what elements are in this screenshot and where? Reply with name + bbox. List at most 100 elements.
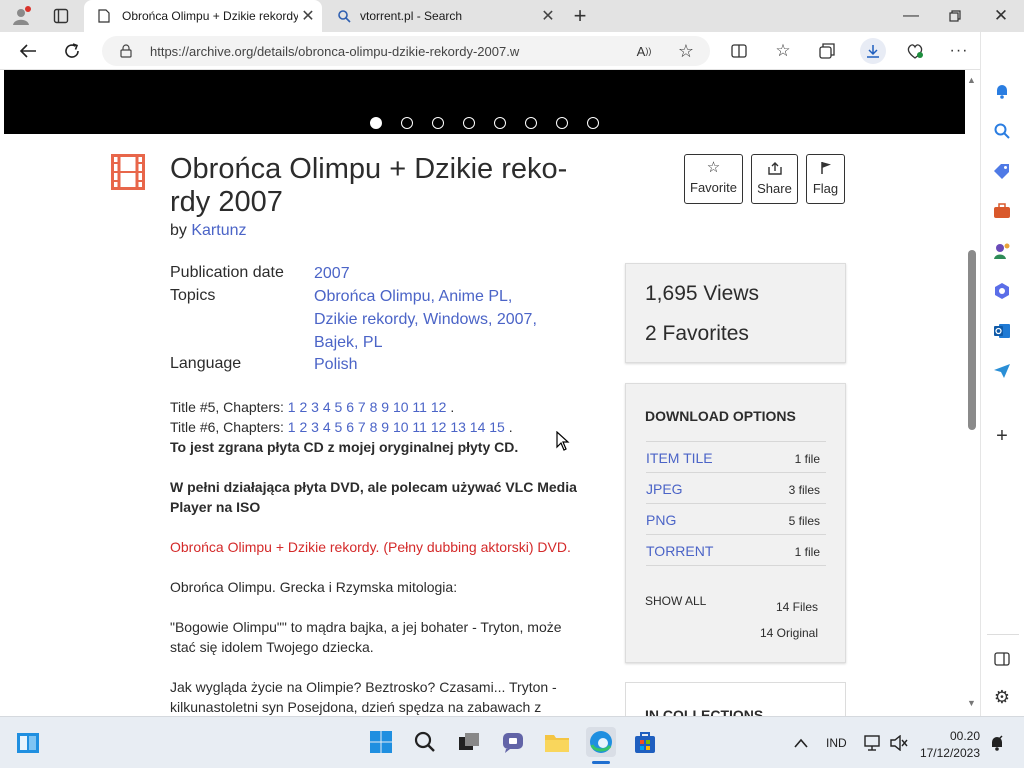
chapter-link[interactable]: 10: [393, 419, 409, 435]
tab-actions-icon[interactable]: [48, 4, 74, 28]
chapter-link[interactable]: 4: [323, 399, 331, 415]
games-icon[interactable]: [991, 240, 1013, 262]
carousel-dot[interactable]: [587, 117, 599, 129]
carousel-dot[interactable]: [401, 117, 413, 129]
scroll-thumb[interactable]: [968, 250, 976, 430]
show-all-link[interactable]: SHOW ALL: [645, 594, 706, 608]
chapter-link[interactable]: 3: [311, 419, 319, 435]
address-bar[interactable]: https://archive.org/details/obronca-olim…: [102, 36, 710, 66]
scroll-up-icon[interactable]: ▲: [967, 75, 976, 85]
scroll-down-icon[interactable]: ▼: [967, 698, 976, 708]
bell-icon[interactable]: [991, 80, 1013, 102]
split-screen-icon[interactable]: [728, 40, 750, 62]
close-icon[interactable]: ✕: [298, 6, 318, 26]
edge-browser-icon[interactable]: [586, 727, 616, 757]
publication-date-link[interactable]: 2007: [314, 262, 350, 285]
input-language[interactable]: IND: [826, 736, 847, 750]
download-format-link[interactable]: ITEM TILE: [646, 450, 713, 466]
chapter-link[interactable]: 9: [381, 419, 389, 435]
chapter-link[interactable]: 2: [299, 419, 307, 435]
chapter-link[interactable]: 2: [299, 399, 307, 415]
download-row[interactable]: TORRENT 1 file: [646, 534, 826, 565]
chapter-link[interactable]: 9: [381, 399, 389, 415]
search-icon[interactable]: [991, 120, 1013, 142]
language-link[interactable]: Polish: [314, 353, 358, 376]
send-icon[interactable]: [991, 360, 1013, 382]
chapter-link[interactable]: 12: [431, 399, 447, 415]
chapter-link[interactable]: 8: [370, 399, 378, 415]
shopping-tag-icon[interactable]: [991, 160, 1013, 182]
lock-icon[interactable]: [118, 43, 134, 59]
topic-link[interactable]: Anime PL: [439, 288, 508, 305]
microsoft-store-icon[interactable]: [630, 727, 660, 757]
collections-icon[interactable]: [816, 40, 838, 62]
chapter-link[interactable]: 1: [288, 399, 296, 415]
chapter-link[interactable]: 3: [311, 399, 319, 415]
volume-muted-icon[interactable]: [888, 732, 910, 754]
favorite-button[interactable]: ☆ Favorite: [684, 154, 743, 204]
close-icon[interactable]: ✕: [538, 6, 558, 26]
chapter-link[interactable]: 8: [370, 419, 378, 435]
chapter-link[interactable]: 7: [358, 399, 366, 415]
minimize-button[interactable]: —: [896, 4, 926, 28]
flag-button[interactable]: Flag: [806, 154, 845, 204]
carousel-dot[interactable]: [556, 117, 568, 129]
chapter-link[interactable]: 15: [489, 419, 505, 435]
sidebar-toggle-icon[interactable]: [991, 648, 1013, 670]
favorites-icon[interactable]: ☆: [772, 40, 794, 62]
download-format-link[interactable]: PNG: [646, 512, 676, 528]
teams-chat-icon[interactable]: [498, 727, 528, 757]
profile-icon[interactable]: [8, 4, 34, 28]
add-icon[interactable]: +: [991, 425, 1013, 447]
widgets-icon[interactable]: [14, 730, 42, 756]
media-carousel[interactable]: [4, 70, 965, 134]
download-row[interactable]: JPEG 3 files: [646, 472, 826, 503]
chapter-link[interactable]: 5: [335, 419, 343, 435]
carousel-dot[interactable]: [370, 117, 382, 129]
task-view-icon[interactable]: [454, 727, 484, 757]
chapter-link[interactable]: 10: [393, 399, 409, 415]
back-button[interactable]: [14, 38, 42, 64]
read-aloud-icon[interactable]: A)): [634, 42, 654, 60]
share-button[interactable]: Share: [751, 154, 798, 204]
notification-bell-icon[interactable]: [986, 732, 1008, 754]
favorite-star-icon[interactable]: ☆: [676, 41, 696, 61]
chapter-link[interactable]: 12: [431, 419, 447, 435]
taskbar-search-icon[interactable]: [410, 727, 440, 757]
chapter-link[interactable]: 11: [412, 419, 427, 435]
chapter-link[interactable]: 5: [335, 399, 343, 415]
downloads-icon[interactable]: [860, 38, 886, 64]
close-window-button[interactable]: ✕: [986, 4, 1016, 28]
tab-inactive[interactable]: vtorrent.pl - Search ✕: [326, 0, 562, 32]
download-row[interactable]: ITEM TILE 1 file: [646, 441, 826, 472]
topic-link[interactable]: Dzikie rekordy: [314, 311, 414, 328]
file-explorer-icon[interactable]: [542, 727, 572, 757]
topic-link[interactable]: PL: [363, 334, 383, 351]
chapter-link[interactable]: 13: [450, 419, 466, 435]
chapter-link[interactable]: 1: [288, 419, 296, 435]
topic-link[interactable]: Bajek: [314, 334, 354, 351]
chapter-link[interactable]: 6: [346, 399, 354, 415]
topic-link[interactable]: 2007: [497, 311, 533, 328]
carousel-dot[interactable]: [525, 117, 537, 129]
chapter-link[interactable]: 14: [470, 419, 486, 435]
topic-link[interactable]: Windows: [423, 311, 488, 328]
chapter-link[interactable]: 4: [323, 419, 331, 435]
download-row[interactable]: PNG 5 files: [646, 503, 826, 534]
carousel-dot[interactable]: [432, 117, 444, 129]
tab-active[interactable]: Obrońca Olimpu + Dzikie rekordy 2007 ✕: [84, 0, 322, 32]
clock-time[interactable]: 00.20: [950, 729, 980, 743]
chapter-link[interactable]: 6: [346, 419, 354, 435]
chapter-link[interactable]: 11: [412, 399, 427, 415]
microsoft-365-icon[interactable]: [991, 280, 1013, 302]
url-text[interactable]: https://archive.org/details/obronca-olim…: [150, 44, 519, 59]
browser-essentials-icon[interactable]: [904, 40, 926, 62]
tools-icon[interactable]: [991, 200, 1013, 222]
download-format-link[interactable]: TORRENT: [646, 543, 713, 559]
show-hidden-icons-icon[interactable]: [790, 733, 812, 753]
settings-gear-icon[interactable]: ⚙: [991, 686, 1013, 708]
restore-button[interactable]: [940, 4, 970, 28]
network-icon[interactable]: [862, 732, 884, 754]
more-menu-icon[interactable]: ···: [948, 40, 970, 62]
carousel-dot[interactable]: [494, 117, 506, 129]
